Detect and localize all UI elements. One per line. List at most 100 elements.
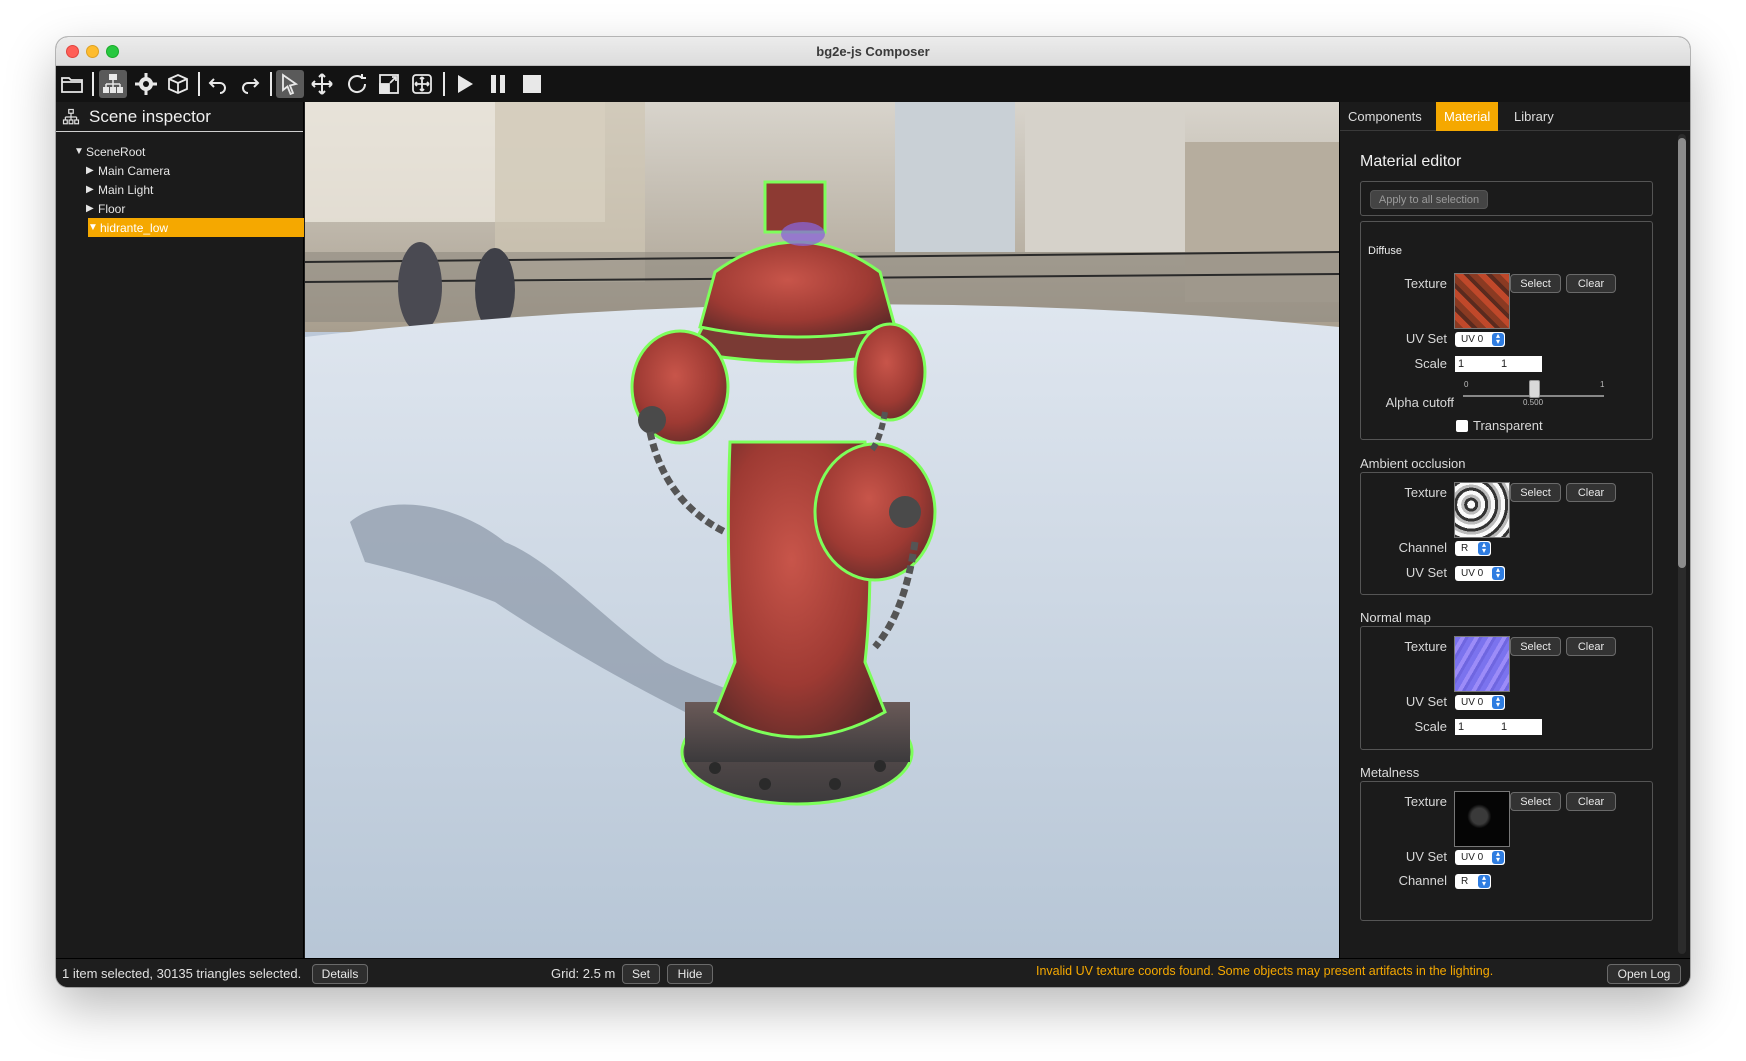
base-bolt: [874, 760, 886, 772]
diffuse-clear-button[interactable]: Clear: [1566, 274, 1616, 293]
ao-channel-label: Channel: [1398, 540, 1447, 555]
normal-uvset-value: UV 0: [1461, 697, 1484, 708]
normal-map-title: Normal map: [1360, 610, 1431, 625]
tree-item-main-camera[interactable]: ▶ Main Camera: [56, 161, 303, 180]
stop-icon[interactable]: [518, 70, 546, 98]
tab-material[interactable]: Material: [1436, 102, 1499, 131]
collapse-arrow-icon[interactable]: ▶: [86, 184, 98, 195]
select-caret-icon: ▴ ▾: [1492, 332, 1504, 346]
tree-item-floor[interactable]: ▶ Floor: [56, 199, 303, 218]
collapse-arrow-icon[interactable]: ▶: [86, 203, 98, 214]
apply-to-all-button[interactable]: Apply to all selection: [1370, 190, 1488, 209]
play-icon[interactable]: [450, 70, 478, 98]
tree-item-sceneroot[interactable]: ▼ SceneRoot: [56, 142, 303, 161]
ao-uvset-label: UV Set: [1405, 565, 1447, 580]
building-tower: [895, 102, 1015, 252]
ao-channel-value: R: [1461, 543, 1469, 554]
metal-clear-button[interactable]: Clear: [1566, 792, 1616, 811]
ao-select-button[interactable]: Select: [1510, 483, 1561, 502]
scene-tree-icon[interactable]: [99, 70, 127, 98]
window-title: bg2e-js Composer: [816, 44, 930, 59]
hierarchy-icon: [62, 108, 80, 124]
base-bolt: [829, 778, 841, 790]
hydrant-nut: [889, 496, 921, 528]
diffuse-scale-x-input[interactable]: 1: [1455, 356, 1499, 372]
viewport-scene[interactable]: [305, 102, 1339, 958]
selection-status: 1 item selected, 30135 triangles selecte…: [62, 966, 302, 981]
tab-library[interactable]: Library: [1506, 102, 1562, 131]
metal-uvset-value: UV 0: [1461, 852, 1484, 863]
base-bolt: [759, 778, 771, 790]
components-icon[interactable]: [164, 70, 192, 98]
select-caret-icon: ▴ ▾: [1492, 566, 1504, 580]
open-folder-icon[interactable]: [58, 70, 86, 98]
select-tool-icon[interactable]: [276, 70, 304, 98]
scale-tool-icon[interactable]: [375, 70, 403, 98]
metal-texture-thumbnail[interactable]: [1454, 791, 1510, 847]
metal-uvset-select[interactable]: UV 0 ▴ ▾: [1455, 850, 1505, 865]
normal-clear-button[interactable]: Clear: [1566, 637, 1616, 656]
metalness-title: Metalness: [1360, 765, 1420, 780]
metal-texture-label: Texture: [1404, 794, 1447, 809]
diffuse-scale-label: Scale: [1414, 356, 1447, 371]
material-editor-scroll[interactable]: Material editor Apply to all selection D…: [1340, 132, 1676, 958]
ao-clear-button[interactable]: Clear: [1566, 483, 1616, 502]
material-editor-title: Material editor: [1360, 153, 1462, 170]
transform-gizmo-icon[interactable]: [408, 70, 436, 98]
grid-status: Grid: 2.5 m: [551, 966, 616, 981]
normal-texture-thumbnail[interactable]: [1454, 636, 1510, 692]
diffuse-scale-y-input[interactable]: 1: [1498, 356, 1542, 372]
expand-arrow-icon[interactable]: ▼: [88, 222, 100, 233]
expand-arrow-icon[interactable]: ▼: [74, 146, 86, 157]
scene-inspector-header: Scene inspector: [56, 102, 303, 132]
diffuse-uvset-select[interactable]: UV 0 ▴ ▾: [1455, 332, 1505, 347]
tree-item-main-light[interactable]: ▶ Main Light: [56, 180, 303, 199]
3d-viewport[interactable]: [305, 102, 1339, 958]
building-right: [1025, 112, 1185, 252]
tree-item-label: Main Light: [98, 182, 154, 197]
diffuse-texture-thumbnail[interactable]: [1454, 273, 1510, 329]
metal-select-button[interactable]: Select: [1510, 792, 1561, 811]
details-button[interactable]: Details: [312, 964, 368, 984]
redo-icon[interactable]: [236, 70, 264, 98]
normal-uvset-select[interactable]: UV 0 ▴ ▾: [1455, 695, 1505, 710]
normal-scale-x-input[interactable]: 1: [1455, 719, 1499, 735]
alpha-max-label: 1: [1600, 380, 1605, 389]
transparent-label: Transparent: [1473, 418, 1543, 433]
rotate-tool-icon[interactable]: [343, 70, 371, 98]
normal-scale-y-input[interactable]: 1: [1498, 719, 1542, 735]
tree-item-label: Main Camera: [98, 163, 171, 178]
diffuse-uvset-value: UV 0: [1461, 334, 1484, 345]
person-figure: [398, 242, 442, 332]
collapse-arrow-icon[interactable]: ▶: [86, 165, 98, 176]
move-tool-icon[interactable]: [308, 70, 336, 98]
grid-set-button[interactable]: Set: [622, 964, 660, 984]
diffuse-uvset-label: UV Set: [1405, 331, 1447, 346]
settings-gear-icon[interactable]: [132, 70, 160, 98]
grid-hide-button[interactable]: Hide: [667, 964, 713, 984]
tab-components[interactable]: Components: [1340, 102, 1430, 131]
tree-item-label: hidrante_low: [100, 220, 169, 235]
undo-icon[interactable]: [204, 70, 232, 98]
ao-uvset-select[interactable]: UV 0 ▴ ▾: [1455, 566, 1505, 581]
scene-inspector-title: Scene inspector: [89, 106, 211, 126]
select-caret-icon: ▴ ▾: [1478, 541, 1490, 555]
transparent-checkbox[interactable]: [1456, 420, 1468, 432]
alpha-min-label: 0: [1464, 380, 1469, 389]
pause-icon[interactable]: [484, 70, 512, 98]
metal-channel-value: R: [1461, 876, 1469, 887]
alpha-cutoff-slider-knob[interactable]: [1528, 380, 1540, 398]
open-log-button[interactable]: Open Log: [1607, 964, 1681, 984]
diffuse-select-button[interactable]: Select: [1510, 274, 1561, 293]
tree-item-hidrante-low[interactable]: ▼ hidrante_low: [88, 218, 304, 237]
panel-scrollbar-thumb[interactable]: [1678, 138, 1686, 568]
ao-texture-thumbnail[interactable]: [1454, 482, 1510, 538]
normal-select-button[interactable]: Select: [1510, 637, 1561, 656]
tree-item-label: SceneRoot: [86, 144, 146, 159]
ao-channel-select[interactable]: R ▴ ▾: [1455, 541, 1491, 556]
metal-channel-select[interactable]: R ▴ ▾: [1455, 874, 1491, 889]
tree-item-label: Floor: [98, 201, 126, 216]
uv-warning-message: Invalid UV texture coords found. Some ob…: [1036, 964, 1494, 978]
normal-map-section: Texture Select Clear UV Set UV 0 ▴ ▾ Scale…: [1360, 626, 1653, 750]
app-window: bg2e-js Composer Scene inspector ▼ Scene…: [56, 37, 1690, 987]
